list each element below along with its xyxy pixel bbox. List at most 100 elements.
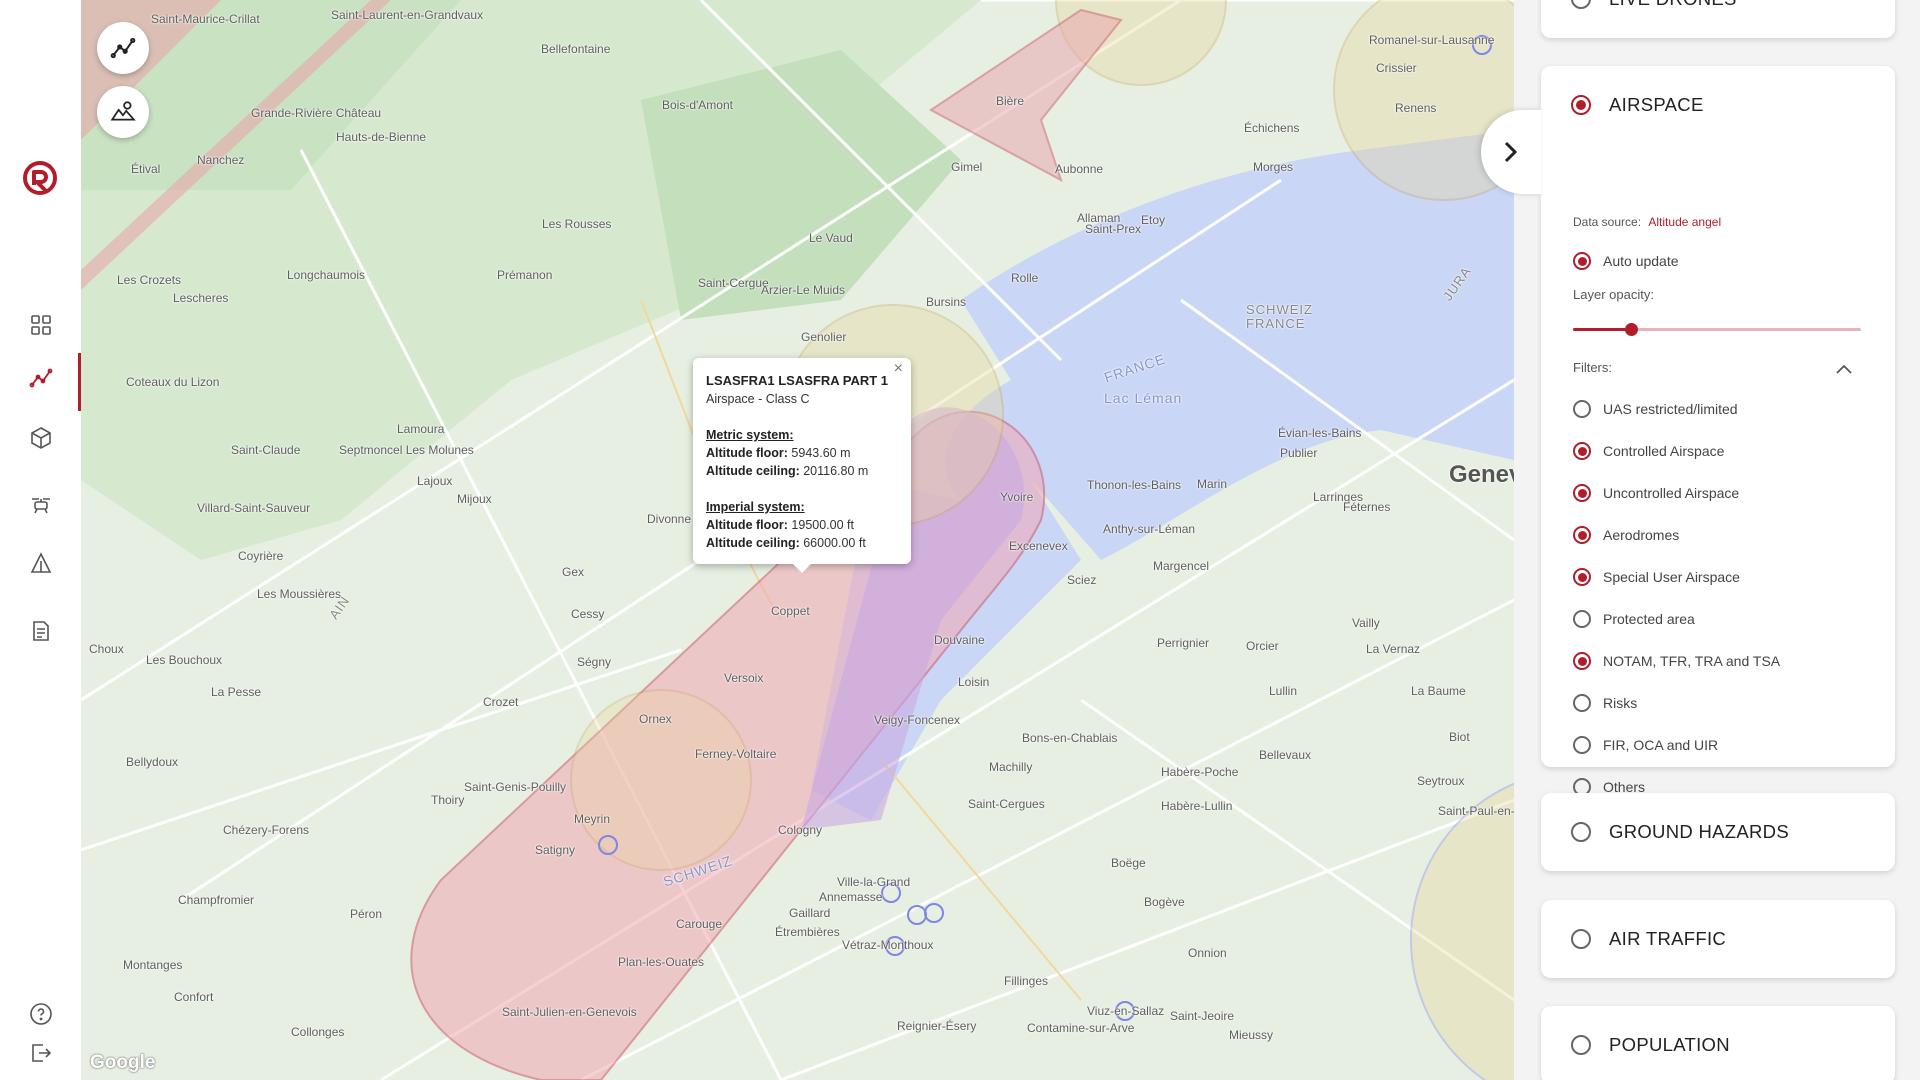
radio-button[interactable]: [1573, 610, 1591, 628]
nav-item-3d-models[interactable]: [0, 413, 81, 463]
radio-button[interactable]: [1573, 400, 1591, 418]
left-navigation: [0, 0, 81, 1080]
opacity-slider-fill: [1573, 328, 1631, 331]
radio-button[interactable]: [1573, 442, 1591, 460]
layer-toggle-live-drones[interactable]: LIVE DRONES: [1541, 0, 1895, 38]
chevron-up-icon[interactable]: [1836, 364, 1852, 374]
map-view[interactable]: Saint-Maurice-Crillat Saint-Laurent-en-Gr…: [81, 0, 1514, 1080]
map-label: Féternes: [1343, 500, 1391, 514]
document-icon: [32, 621, 49, 641]
layer-card-ground-hazards: GROUND HAZARDS: [1541, 793, 1895, 871]
radio-button[interactable]: [1571, 95, 1591, 115]
radio-button[interactable]: [1573, 252, 1591, 270]
radio-button[interactable]: [1573, 652, 1591, 670]
map-label: Choux: [89, 642, 124, 656]
map-label: Collonges: [291, 1025, 345, 1039]
map-label: Geneva: [1449, 461, 1514, 488]
map-label: Gaillard: [789, 906, 831, 920]
layer-toggle-population[interactable]: POPULATION: [1541, 1006, 1895, 1080]
layer-card-airspace: AIRSPACE Data source: Altitude angel Aut…: [1541, 66, 1895, 796]
map-label: Annemasse: [819, 890, 883, 904]
map-label: Aubonne: [1055, 162, 1104, 176]
opacity-slider[interactable]: [1573, 323, 1861, 336]
map-label: Hauts-de-Bienne: [336, 130, 427, 144]
map-label: Mijoux: [457, 492, 492, 506]
map-label: Vétraz-Monthoux: [842, 938, 934, 952]
filter-option[interactable]: Uncontrolled Airspace: [1573, 484, 1739, 502]
map-label: Carouge: [676, 917, 723, 931]
map-label: Reignier-Ésery: [897, 1019, 977, 1033]
map-label: Saint-Julien-en-Genevois: [502, 1005, 637, 1019]
filter-option[interactable]: Aerodromes: [1573, 526, 1679, 544]
radio-button[interactable]: [1571, 0, 1591, 9]
map-label: Saint-Cergue: [698, 276, 769, 290]
map-label: Boëge: [1111, 856, 1146, 870]
radio-button[interactable]: [1571, 1035, 1591, 1055]
auto-update-toggle[interactable]: Auto update: [1573, 252, 1679, 270]
route-tool-button[interactable]: [97, 22, 149, 74]
filter-option[interactable]: Risks: [1573, 694, 1637, 712]
map-label: Biot: [1449, 730, 1470, 744]
floor-metric-value: 5943.60 m: [791, 446, 851, 460]
layer-toggle-ground-hazards[interactable]: GROUND HAZARDS: [1541, 793, 1895, 871]
terrain-tool-button[interactable]: [97, 86, 149, 138]
opacity-slider-handle[interactable]: [1624, 323, 1638, 336]
map-label: Margencel: [1153, 559, 1210, 573]
filter-option[interactable]: Special User Airspace: [1573, 568, 1740, 586]
filter-option[interactable]: FIR, OCA and UIR: [1573, 736, 1718, 754]
radio-button[interactable]: [1573, 526, 1591, 544]
nav-item-alerts[interactable]: [0, 538, 81, 588]
map-label: Meyrin: [574, 812, 611, 826]
filter-option[interactable]: Controlled Airspace: [1573, 442, 1724, 460]
map-label: Vailly: [1352, 616, 1380, 630]
map-label: Excenevex: [1009, 539, 1068, 553]
opacity-label: Layer opacity:: [1573, 287, 1654, 302]
nav-item-dashboard[interactable]: [0, 300, 81, 350]
filter-option[interactable]: Protected area: [1573, 610, 1695, 628]
map-label: Arzier-Le Muids: [761, 283, 846, 297]
layer-label: GROUND HAZARDS: [1609, 821, 1789, 842]
radio-button[interactable]: [1573, 736, 1591, 754]
map-label: Plan-les-Ouates: [618, 955, 705, 969]
filter-label: FIR, OCA and UIR: [1603, 737, 1719, 753]
map-label: Péron: [350, 907, 383, 921]
filter-label: UAS restricted/limited: [1603, 401, 1738, 417]
map-label: Saint-Paul-en-Chablais: [1438, 804, 1514, 818]
radio-button[interactable]: [1573, 568, 1591, 586]
nav-item-drones[interactable]: [0, 480, 81, 530]
nav-item-logout[interactable]: [0, 1028, 81, 1078]
map-label: Gex: [562, 565, 585, 579]
data-source-link[interactable]: Altitude angel: [1648, 215, 1721, 229]
map-label: Saint-Jeoire: [1170, 1009, 1235, 1023]
map-label: Bellevaux: [1259, 748, 1312, 762]
nav-item-flight-routes[interactable]: [0, 353, 81, 411]
filter-option[interactable]: UAS restricted/limited: [1573, 400, 1738, 418]
map-label: Bursins: [926, 295, 967, 309]
map-label: Habère-Poche: [1161, 765, 1239, 779]
filter-option[interactable]: NOTAM, TFR, TRA and TSA: [1573, 652, 1780, 670]
radio-button[interactable]: [1573, 484, 1591, 502]
layer-toggle-airspace[interactable]: AIRSPACE: [1541, 66, 1895, 144]
map-label: Renens: [1395, 101, 1437, 115]
map-label: Seytroux: [1417, 774, 1465, 788]
map-label: Montanges: [123, 958, 183, 972]
map-label: Veigy-Foncenex: [874, 713, 961, 727]
map-label: Cessy: [571, 607, 605, 621]
filter-label: Special User Airspace: [1603, 569, 1740, 585]
radio-button[interactable]: [1571, 822, 1591, 842]
layer-toggle-air-traffic[interactable]: AIR TRAFFIC: [1541, 900, 1895, 978]
map-label: Bellydoux: [126, 755, 179, 769]
radio-button[interactable]: [1571, 929, 1591, 949]
map-label: Perrignier: [1157, 636, 1210, 650]
map-label: Fillinges: [1004, 974, 1049, 988]
map-label: Marin: [1197, 477, 1228, 491]
map-label: Loisin: [958, 675, 990, 689]
close-icon[interactable]: ×: [894, 360, 903, 378]
layer-card-population: POPULATION: [1541, 1006, 1895, 1080]
nav-item-reports[interactable]: [0, 606, 81, 656]
map-label: Étival: [131, 162, 161, 176]
map-label: Mieussy: [1229, 1028, 1274, 1042]
route-icon: [29, 368, 52, 388]
radio-button[interactable]: [1573, 694, 1591, 712]
map-label: Saint-Maurice-Crillat: [151, 12, 260, 26]
